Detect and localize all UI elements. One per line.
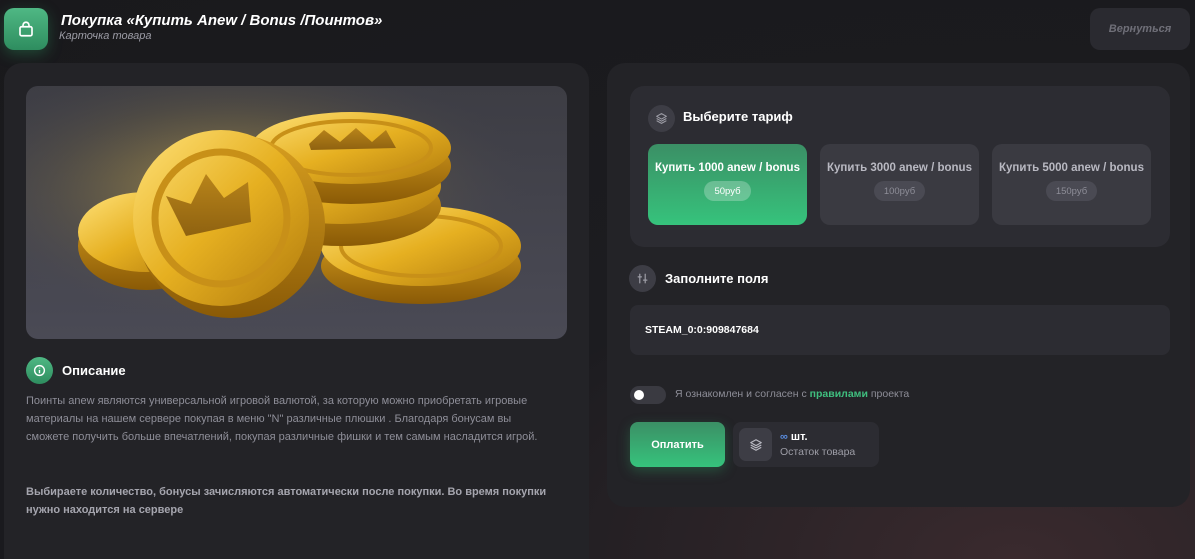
fields-title: Заполните поля — [665, 271, 769, 286]
product-info-panel: Описание Поинты anew являются универсаль… — [4, 63, 589, 559]
agreement-prefix: Я ознакомлен и согласен с — [675, 388, 810, 400]
agreement-toggle[interactable] — [630, 386, 666, 404]
agreement-text: Я ознакомлен и согласен с правилами прое… — [675, 388, 909, 400]
shopping-bag-icon[interactable] — [4, 8, 48, 50]
tariff-label: Купить 5000 anew / bonus — [999, 162, 1144, 174]
back-button[interactable]: Вернуться — [1090, 8, 1190, 50]
purchase-panel: Выберите тариф Купить 1000 anew / bonus … — [607, 63, 1190, 507]
steam-id-input[interactable] — [630, 305, 1170, 355]
description-title: Описание — [62, 363, 126, 378]
tariff-option-3000[interactable]: Купить 3000 anew / bonus 100руб — [820, 144, 979, 225]
agreement-suffix: проекта — [867, 388, 910, 400]
description-text: Поинты anew являются универсальной игров… — [26, 395, 538, 443]
stock-info: ∞ шт. Остаток товара — [733, 422, 879, 467]
page-subtitle: Карточка товара — [59, 30, 152, 42]
tariff-price: 150руб — [1045, 181, 1098, 201]
infinity-symbol: ∞ — [780, 431, 788, 443]
rules-link[interactable]: правилами — [810, 388, 868, 400]
tariff-price: 100руб — [873, 181, 926, 201]
layers-icon — [739, 428, 772, 461]
tariff-option-1000[interactable]: Купить 1000 anew / bonus 50руб — [648, 144, 807, 225]
tariff-selector: Выберите тариф Купить 1000 anew / bonus … — [630, 86, 1170, 247]
stock-count: ∞ шт. — [780, 431, 808, 443]
description-note: Выбираете количество, бонусы зачисляются… — [26, 486, 547, 516]
layers-icon — [648, 105, 675, 132]
info-icon — [26, 357, 53, 384]
tariff-price: 50руб — [704, 181, 751, 201]
tariff-option-5000[interactable]: Купить 5000 anew / bonus 150руб — [992, 144, 1151, 225]
page-title: Покупка «Купить Anew / Bonus /Поинтов» — [61, 12, 383, 29]
stock-unit: шт. — [787, 431, 808, 443]
tariff-label: Купить 1000 anew / bonus — [655, 162, 800, 174]
page-header: Покупка «Купить Anew / Bonus /Поинтов» К… — [0, 0, 1195, 58]
product-image — [26, 86, 567, 339]
sliders-icon — [629, 265, 656, 292]
stock-label: Остаток товара — [780, 446, 856, 458]
tariff-label: Купить 3000 anew / bonus — [827, 162, 972, 174]
toggle-knob — [634, 390, 644, 400]
pay-button[interactable]: Оплатить — [630, 422, 725, 467]
tariff-title: Выберите тариф — [683, 109, 793, 124]
